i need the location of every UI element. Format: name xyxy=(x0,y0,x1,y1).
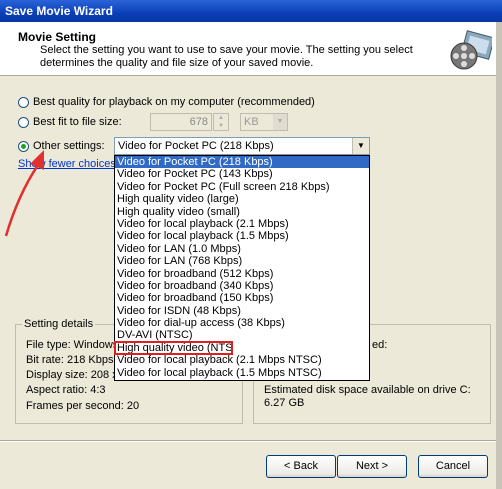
next-button[interactable]: Next > xyxy=(337,455,407,478)
best-fit-radio[interactable] xyxy=(18,116,29,128)
list-item[interactable]: Video for local playback (2.1 Mbps) xyxy=(115,218,369,230)
window-edge xyxy=(496,22,502,489)
list-item[interactable]: Video for LAN (768 Kbps) xyxy=(115,255,369,267)
file-size-unit: KB xyxy=(244,116,259,128)
file-size-spinner[interactable]: ▲ ▼ xyxy=(213,113,229,131)
file-type-text: File type: Windows xyxy=(26,339,119,351)
disk-space-label: Estimated disk space available on drive … xyxy=(264,384,471,396)
other-settings-select[interactable]: Video for Pocket PC (218 Kbps) ▼ xyxy=(114,137,370,155)
show-fewer-link[interactable]: Show fewer choices... xyxy=(18,158,125,170)
list-item[interactable]: Video for broadband (150 Kbps) xyxy=(115,292,369,304)
spin-down-icon[interactable]: ▼ xyxy=(214,122,228,130)
list-item[interactable]: Video for local playback (1.5 Mbps NTSC) xyxy=(115,367,369,379)
best-fit-label: Best fit to file size: xyxy=(33,116,122,128)
file-size-input[interactable]: 678 xyxy=(150,113,212,131)
list-item[interactable]: Video for Pocket PC (143 Kbps) xyxy=(115,168,369,180)
list-item[interactable]: Video for Pocket PC (Full screen 218 Kbp… xyxy=(115,181,369,193)
best-quality-radio[interactable] xyxy=(18,96,29,108)
settings-dropdown-list[interactable]: Video for Pocket PC (218 Kbps) Video for… xyxy=(114,155,370,381)
setting-details-title: Setting details xyxy=(22,318,96,330)
chevron-down-icon[interactable]: ▼ xyxy=(352,138,369,154)
page-title: Movie Setting xyxy=(18,30,97,44)
film-reel-icon xyxy=(450,30,492,70)
list-item[interactable]: High quality video (small) xyxy=(115,206,369,218)
list-item[interactable]: Video for broadband (512 Kbps) xyxy=(115,268,369,280)
cancel-button[interactable]: Cancel xyxy=(418,455,488,478)
option-other-settings[interactable]: Other settings: xyxy=(18,140,105,152)
window-title: Save Movie Wizard xyxy=(5,4,113,18)
list-item[interactable]: Video for broadband (340 Kbps) xyxy=(115,280,369,292)
display-size-text: Display size: 208 x xyxy=(26,369,118,381)
list-item-highlighted[interactable]: High quality video (NTSC) xyxy=(114,340,233,356)
window-title-bar: Save Movie Wizard xyxy=(0,0,502,22)
footer-divider xyxy=(0,440,502,442)
chevron-down-icon: ▼ xyxy=(273,114,287,130)
bit-rate-text: Bit rate: 218 Kbps xyxy=(26,354,114,366)
list-item[interactable]: Video for local playback (1.5 Mbps) xyxy=(115,230,369,242)
list-item[interactable]: Video for ISDN (48 Kbps) xyxy=(115,305,369,317)
other-settings-label: Other settings: xyxy=(33,140,105,152)
fps-text: Frames per second: 20 xyxy=(26,400,140,412)
best-quality-label: Best quality for playback on my computer… xyxy=(33,96,315,108)
list-item[interactable]: Video for local playback (2.1 Mbps NTSC) xyxy=(115,354,369,366)
movie-size-label: ed: xyxy=(372,339,388,351)
list-item[interactable]: DV-AVI (NTSC) xyxy=(115,329,369,341)
aspect-ratio-text: Aspect ratio: 4:3 xyxy=(26,384,106,396)
other-settings-value: Video for Pocket PC (218 Kbps) xyxy=(118,140,274,152)
disk-space-value: 6.27 GB xyxy=(264,397,305,409)
page-description: Select the setting you want to use to sa… xyxy=(40,44,413,69)
file-size-unit-select[interactable]: KB ▼ xyxy=(240,113,288,131)
list-item[interactable]: High quality video (large) xyxy=(115,193,369,205)
option-best-quality[interactable]: Best quality for playback on my computer… xyxy=(18,96,315,108)
list-item[interactable]: Video for Pocket PC (218 Kbps) xyxy=(115,156,369,169)
spin-up-icon[interactable]: ▲ xyxy=(214,114,228,122)
list-item[interactable]: Video for dial-up access (38 Kbps) xyxy=(115,317,369,329)
option-best-fit[interactable]: Best fit to file size: xyxy=(18,116,122,128)
wizard-header: Movie Setting Select the setting you wan… xyxy=(0,22,502,76)
other-settings-radio[interactable] xyxy=(18,140,29,152)
back-button[interactable]: < Back xyxy=(266,455,336,478)
list-item[interactable]: Video for LAN (1.0 Mbps) xyxy=(115,243,369,255)
